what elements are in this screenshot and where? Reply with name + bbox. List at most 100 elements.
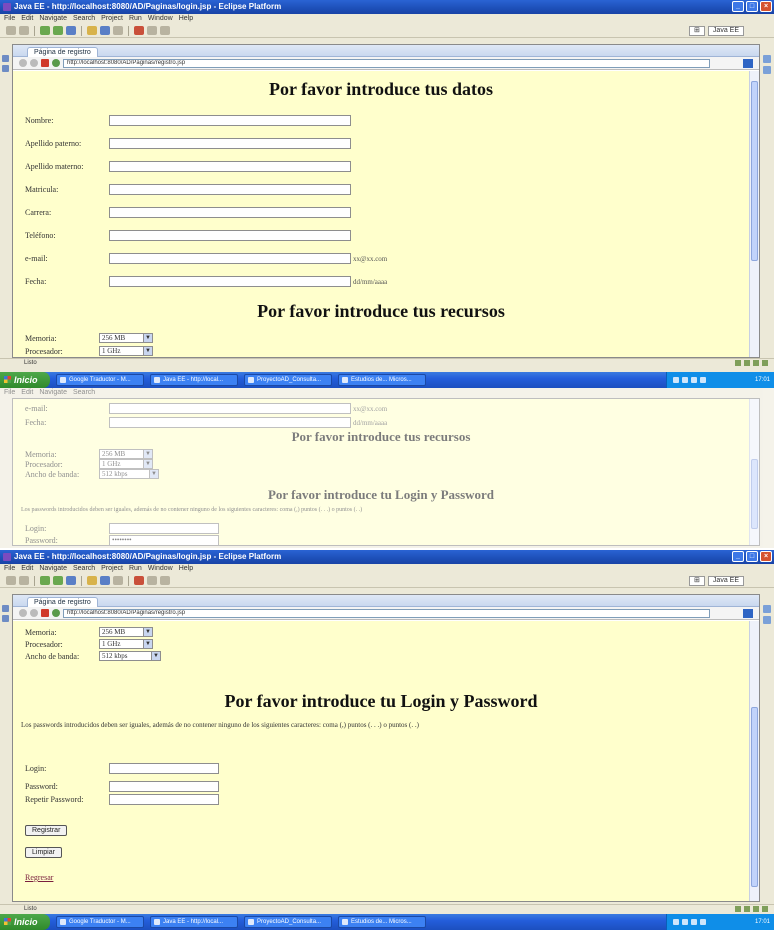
refresh-icon[interactable] — [52, 609, 60, 617]
menu-run[interactable]: Run — [129, 565, 142, 572]
go-icon[interactable] — [743, 608, 753, 618]
back-icon[interactable] — [19, 609, 27, 617]
forward-icon[interactable] — [30, 609, 38, 617]
server-icon[interactable] — [66, 26, 76, 35]
procesador-select[interactable]: 1 GHz ▼ — [99, 639, 153, 649]
procesador-select[interactable]: 1 GHz ▼ — [99, 346, 153, 356]
repeat-password-input[interactable] — [109, 794, 219, 805]
telefono-input[interactable] — [109, 230, 351, 241]
class-icon[interactable] — [100, 576, 110, 585]
open-perspective-button[interactable]: ⊞ — [689, 575, 705, 586]
tasks-icon[interactable] — [763, 616, 771, 624]
matricula-input[interactable] — [109, 184, 351, 195]
close-button[interactable]: × — [760, 551, 772, 562]
forward-icon[interactable] — [160, 576, 170, 585]
apellido-materno-input[interactable] — [109, 161, 351, 172]
password-input[interactable]: •••••••• — [109, 535, 219, 545]
memoria-select[interactable]: 256 MB ▼ — [99, 333, 153, 343]
task-proyecto[interactable]: ProyectoAD_Consulta... — [244, 916, 332, 928]
menu-window[interactable]: Window — [148, 15, 173, 22]
tray-icon[interactable] — [673, 377, 679, 383]
start-button[interactable]: Inicio — [0, 914, 50, 930]
perspective-java-ee[interactable]: Java EE — [707, 575, 744, 586]
task-estudios[interactable]: Estudios de... Micros... — [338, 916, 426, 928]
perspective-java-ee[interactable]: Java EE — [707, 25, 744, 36]
new-icon[interactable] — [6, 576, 16, 585]
tray-icon[interactable] — [682, 377, 688, 383]
task-google-traductor[interactable]: Google Traductor - M... — [56, 916, 144, 928]
tray-icon[interactable] — [700, 377, 706, 383]
email-input[interactable] — [109, 253, 351, 264]
clear-button[interactable]: Limpiar — [25, 847, 62, 858]
outline-icon[interactable] — [763, 55, 771, 63]
forward-icon[interactable] — [30, 59, 38, 67]
menu-search[interactable]: Search — [73, 15, 95, 22]
run-icon[interactable] — [40, 26, 50, 35]
tray-icon[interactable] — [700, 919, 706, 925]
menu-navigate[interactable]: Navigate — [39, 389, 67, 396]
back-icon[interactable] — [147, 576, 157, 585]
tray-icon[interactable] — [682, 919, 688, 925]
view-icon[interactable] — [2, 65, 9, 72]
restore-icon[interactable] — [2, 605, 9, 612]
carrera-input[interactable] — [109, 207, 351, 218]
view-icon[interactable] — [2, 615, 9, 622]
menu-project[interactable]: Project — [101, 565, 123, 572]
scroll-thumb[interactable] — [751, 707, 758, 887]
fecha-input[interactable] — [109, 276, 351, 287]
maximize-button[interactable]: □ — [746, 1, 758, 12]
scroll-thumb[interactable] — [751, 81, 758, 261]
tasks-icon[interactable] — [763, 66, 771, 74]
task-java-ee[interactable]: Java EE - http://local... — [150, 374, 238, 386]
debug-icon[interactable] — [53, 26, 63, 35]
email-input[interactable] — [109, 403, 351, 414]
open-type-icon[interactable] — [134, 576, 144, 585]
menu-file[interactable]: File — [4, 565, 15, 572]
menu-navigate[interactable]: Navigate — [39, 15, 67, 22]
package-icon[interactable] — [87, 26, 97, 35]
task-estudios[interactable]: Estudios de... Micros... — [338, 374, 426, 386]
close-button[interactable]: × — [760, 1, 772, 12]
menu-help[interactable]: Help — [179, 15, 193, 22]
back-link[interactable]: Regresar — [25, 873, 53, 882]
tray-icon[interactable] — [691, 377, 697, 383]
memoria-select[interactable]: 256 MB ▼ — [99, 449, 153, 459]
procesador-select[interactable]: 1 GHz ▼ — [99, 459, 153, 469]
search-icon[interactable] — [113, 576, 123, 585]
new-icon[interactable] — [6, 26, 16, 35]
url-input[interactable]: http://localhost:8080/AD/Paginas/registr… — [63, 608, 710, 618]
outline-icon[interactable] — [763, 605, 771, 613]
save-icon[interactable] — [19, 576, 29, 585]
menu-search[interactable]: Search — [73, 389, 95, 396]
search-icon[interactable] — [113, 26, 123, 35]
start-button[interactable]: Inicio — [0, 372, 50, 388]
register-button[interactable]: Registrar — [25, 825, 68, 836]
browser-tab[interactable]: Página de registro — [27, 597, 98, 607]
nombre-input[interactable] — [109, 115, 351, 126]
page-scrollbar[interactable] — [749, 71, 759, 357]
password-input[interactable] — [109, 781, 219, 792]
menu-window[interactable]: Window — [148, 565, 173, 572]
url-input[interactable]: http://localhost:8080/AD/Paginas/registr… — [63, 58, 710, 68]
page-scrollbar[interactable] — [749, 399, 759, 545]
page-scrollbar[interactable] — [749, 621, 759, 901]
back-icon[interactable] — [147, 26, 157, 35]
minimize-button[interactable]: _ — [732, 551, 744, 562]
browser-tab[interactable]: Página de registro — [27, 47, 98, 57]
menu-navigate[interactable]: Navigate — [39, 565, 67, 572]
open-type-icon[interactable] — [134, 26, 144, 35]
restore-icon[interactable] — [2, 55, 9, 62]
tray-icon[interactable] — [691, 919, 697, 925]
menu-edit[interactable]: Edit — [21, 565, 33, 572]
stop-icon[interactable] — [41, 609, 49, 617]
menu-edit[interactable]: Edit — [21, 389, 33, 396]
stop-icon[interactable] — [41, 59, 49, 67]
ancho-banda-select[interactable]: 512 kbps ▼ — [99, 651, 161, 661]
scroll-thumb[interactable] — [751, 459, 758, 529]
login-input[interactable] — [109, 763, 219, 774]
login-input[interactable] — [109, 523, 219, 534]
menu-file[interactable]: File — [4, 389, 15, 396]
apellido-paterno-input[interactable] — [109, 138, 351, 149]
minimize-button[interactable]: _ — [732, 1, 744, 12]
server-icon[interactable] — [66, 576, 76, 585]
